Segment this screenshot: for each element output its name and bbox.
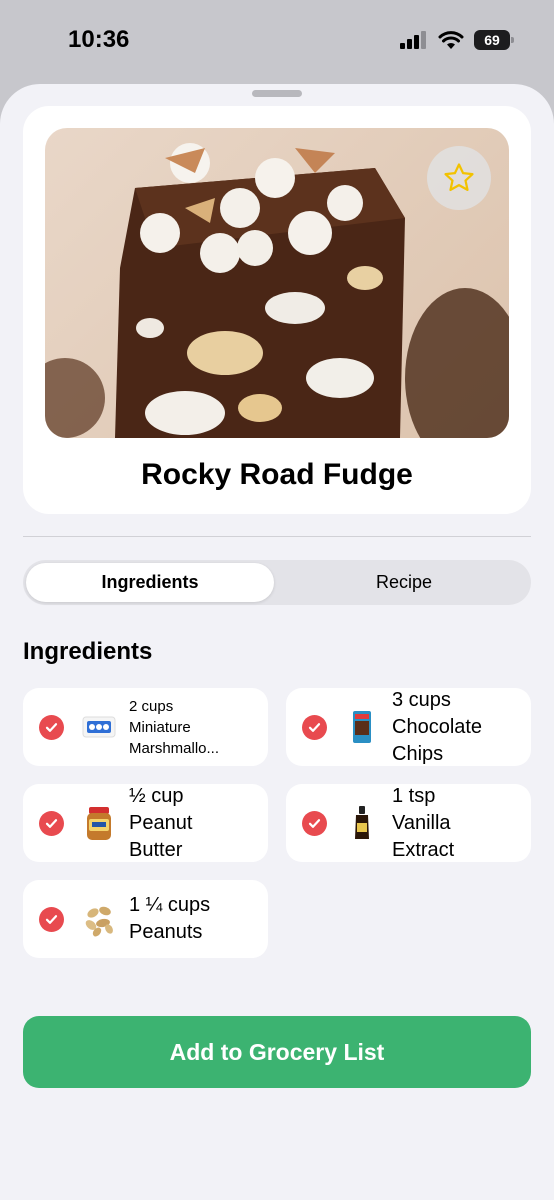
checkmark-icon[interactable] bbox=[302, 715, 327, 740]
ingredient-quantity: 3 cups bbox=[392, 688, 451, 711]
marshmallow-bag-icon bbox=[82, 716, 116, 738]
favorite-button[interactable] bbox=[427, 146, 491, 210]
chocolate-chips-bag-icon bbox=[353, 711, 371, 743]
ingredient-name-line: Chocolate bbox=[392, 715, 483, 738]
ingredient-text: ½ cup Peanut Butter bbox=[129, 784, 260, 862]
ingredient-name-line: Vanilla bbox=[392, 811, 451, 834]
ingredient-text: 1 ¼ cups Peanuts bbox=[129, 880, 260, 958]
status-icons: 69 bbox=[400, 30, 514, 50]
sheet-grabber[interactable] bbox=[252, 90, 302, 97]
tab-recipe[interactable]: Recipe bbox=[280, 563, 528, 602]
wifi-icon bbox=[438, 30, 464, 49]
ingredient-name-line: Peanuts bbox=[129, 921, 203, 943]
segmented-control: Ingredients Recipe bbox=[23, 560, 531, 605]
recipe-hero-card: Rocky Road Fudge bbox=[23, 106, 531, 514]
star-icon bbox=[444, 163, 474, 192]
peanut-butter-jar-icon bbox=[87, 807, 111, 840]
ingredient-text: 3 cups Chocolate Chips bbox=[392, 688, 523, 766]
ingredient-text: 2 cups Miniature Marshmallo... bbox=[129, 688, 260, 766]
tab-ingredients[interactable]: Ingredients bbox=[26, 563, 274, 602]
ingredient-quantity: ½ cup bbox=[129, 784, 184, 807]
recipe-photo bbox=[45, 128, 509, 438]
checkmark-icon[interactable] bbox=[39, 811, 64, 836]
section-title: Ingredients bbox=[23, 638, 153, 665]
cellular-signal-icon bbox=[400, 31, 426, 49]
ingredient-name-line: Butter bbox=[129, 838, 183, 861]
ingredient-quantity: 2 cups bbox=[129, 697, 174, 715]
checkmark-icon[interactable] bbox=[39, 907, 64, 932]
checkmark-icon[interactable] bbox=[302, 811, 327, 836]
ingredient-card[interactable]: 1 tsp Vanilla Extract bbox=[286, 784, 531, 862]
ingredient-name-line: Peanut bbox=[129, 811, 193, 834]
ingredient-name-line: Miniature bbox=[129, 718, 191, 736]
status-bar: 10:36 69 bbox=[0, 0, 554, 84]
ingredient-name-line: Extract bbox=[392, 838, 455, 861]
divider bbox=[23, 536, 531, 537]
ingredient-name-line: Marshmallo... bbox=[129, 739, 220, 757]
vanilla-bottle-icon bbox=[355, 806, 369, 839]
ingredient-card[interactable]: 1 ¼ cups Peanuts bbox=[23, 880, 268, 958]
ingredient-name-line: Chips bbox=[392, 742, 444, 765]
checkmark-icon[interactable] bbox=[39, 715, 64, 740]
add-to-grocery-list-button[interactable]: Add to Grocery List bbox=[23, 1016, 531, 1088]
battery-level: 69 bbox=[484, 32, 500, 48]
ingredient-card[interactable]: 2 cups Miniature Marshmallo... bbox=[23, 688, 268, 766]
ingredient-quantity: 1 tsp bbox=[392, 784, 436, 807]
battery-icon: 69 bbox=[474, 30, 514, 50]
ingredient-text: 1 tsp Vanilla Extract bbox=[392, 784, 523, 862]
peanuts-icon bbox=[85, 906, 113, 937]
ingredient-card[interactable]: 3 cups Chocolate Chips bbox=[286, 688, 531, 766]
ingredient-card[interactable]: ½ cup Peanut Butter bbox=[23, 784, 268, 862]
ingredient-quantity: 1 ¼ cups bbox=[129, 894, 211, 916]
recipe-sheet: Rocky Road Fudge Ingredients Recipe Ingr… bbox=[0, 84, 554, 1200]
recipe-title: Rocky Road Fudge bbox=[141, 458, 413, 491]
status-time: 10:36 bbox=[68, 26, 130, 53]
